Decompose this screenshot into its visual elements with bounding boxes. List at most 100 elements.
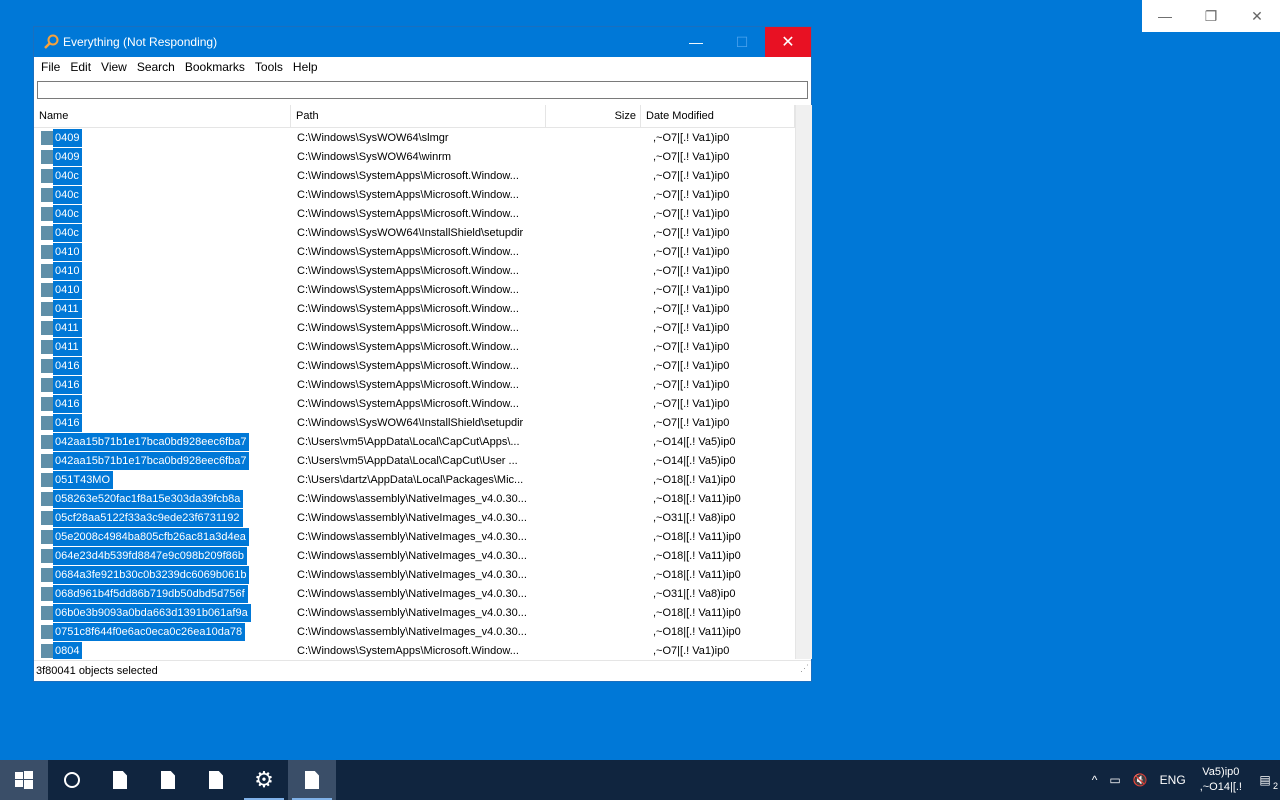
folder-icon (41, 510, 53, 525)
title-bar[interactable]: Everything (Not Responding) — ☐ ✕ (34, 27, 811, 57)
table-row[interactable]: 0416 C:\Windows\SystemApps\Microsoft.Wind… (34, 375, 795, 394)
menu-tools[interactable]: Tools (250, 60, 288, 74)
row-name-cell: 0751c8f644f0e6ac0eca0c26ea10da78 (34, 622, 291, 641)
row-name: 040c (53, 166, 82, 185)
row-name-cell: 040c (34, 166, 291, 185)
taskbar-file-3[interactable] (192, 760, 240, 800)
minimize-button[interactable]: — (673, 27, 719, 57)
folder-icon (41, 244, 53, 259)
table-row[interactable]: 058263e520fac1f8a15e303da39fcb8a C:\Windo… (34, 489, 795, 508)
row-date: ,~O18|[.! Va11)ip0 (653, 492, 741, 505)
folder-icon (41, 491, 53, 506)
table-row[interactable]: 0410 C:\Windows\SystemApps\Microsoft.Wind… (34, 261, 795, 280)
row-date: ,~O18|[.! Va11)ip0 (653, 568, 741, 581)
row-name-cell: 0684a3fe921b30c0b3239dc6069b061b (34, 565, 291, 584)
row-date: ,~O18|[.! Va11)ip0 (653, 530, 741, 543)
column-date-modified[interactable]: Date Modified (641, 105, 795, 127)
folder-icon (41, 453, 53, 468)
row-date: ,~O7|[.! Va1)ip0 (653, 226, 730, 239)
resize-grip-icon[interactable]: ⋰ (800, 658, 809, 679)
clock-line-1: Va5)ip0 (1202, 766, 1240, 778)
row-date: ,~O7|[.! Va1)ip0 (653, 283, 730, 296)
table-row[interactable]: 0684a3fe921b30c0b3239dc6069b061b C:\Windo… (34, 565, 795, 584)
cortana-button[interactable] (48, 760, 96, 800)
gear-icon: ⚙ (254, 767, 274, 792)
table-row[interactable]: 0411 C:\Windows\SystemApps\Microsoft.Wind… (34, 299, 795, 318)
row-path: C:\Windows\SystemApps\Microsoft.Window..… (297, 207, 519, 220)
taskbar-file-1[interactable] (96, 760, 144, 800)
column-size[interactable]: Size (546, 105, 641, 127)
chevron-up-icon[interactable]: ^ (1092, 773, 1098, 787)
table-row[interactable]: 0416 C:\Windows\SysWOW64\InstallShield\se… (34, 413, 795, 432)
table-row[interactable]: 051T43MO C:\Users\dartz\AppData\Local\Pac… (34, 470, 795, 489)
table-row[interactable]: 042aa15b71b1e17bca0bd928eec6fba7 C:\Users… (34, 451, 795, 470)
language-indicator[interactable]: ENG (1160, 773, 1186, 787)
volume-muted-icon[interactable]: 🔇 (1133, 773, 1148, 787)
table-row[interactable]: 040c C:\Windows\SysWOW64\InstallShield\se… (34, 223, 795, 242)
menu-search[interactable]: Search (132, 60, 180, 74)
table-row[interactable]: 05cf28aa5122f33a3c9ede23f6731192 C:\Windo… (34, 508, 795, 527)
maximize-button[interactable]: ☐ (719, 27, 765, 57)
row-path: C:\Windows\SystemApps\Microsoft.Window..… (297, 245, 519, 258)
table-row[interactable]: 040c C:\Windows\SystemApps\Microsoft.Wind… (34, 204, 795, 223)
table-row[interactable]: 0411 C:\Windows\SystemApps\Microsoft.Wind… (34, 318, 795, 337)
table-row[interactable]: 06b0e3b9093a0bda663d1391b061af9a C:\Windo… (34, 603, 795, 622)
menu-file[interactable]: File (36, 60, 65, 74)
table-row[interactable]: 0416 C:\Windows\SystemApps\Microsoft.Wind… (34, 394, 795, 413)
menu-view[interactable]: View (96, 60, 132, 74)
row-path: C:\Windows\assembly\NativeImages_v4.0.30… (297, 511, 527, 524)
row-path: C:\Windows\assembly\NativeImages_v4.0.30… (297, 492, 527, 505)
folder-icon (41, 377, 53, 392)
folder-icon (41, 567, 53, 582)
table-row[interactable]: 0409 C:\Windows\SysWOW64\slmgr ,~O7|[.! Va… (34, 128, 795, 147)
row-name-cell: 0411 (34, 337, 291, 356)
background-close-button[interactable]: ✕ (1234, 0, 1280, 32)
folder-icon (41, 206, 53, 221)
taskbar-file-2[interactable] (144, 760, 192, 800)
taskbar-file-active[interactable] (288, 760, 336, 800)
table-row[interactable]: 0410 C:\Windows\SystemApps\Microsoft.Wind… (34, 242, 795, 261)
table-row[interactable]: 0411 C:\Windows\SystemApps\Microsoft.Wind… (34, 337, 795, 356)
system-tray: ^ ▭ 🔇 ENG Va5)ip0 ,~O14|[.! ▤ 2 (1086, 760, 1280, 800)
menu-bookmarks[interactable]: Bookmarks (180, 60, 250, 74)
background-minimize-button[interactable]: — (1142, 0, 1188, 32)
row-date: ,~O7|[.! Va1)ip0 (653, 131, 730, 144)
row-name: 05e2008c4984ba805cfb26ac81a3d4ea (53, 527, 249, 546)
column-name[interactable]: Name (34, 105, 291, 127)
table-row[interactable]: 05e2008c4984ba805cfb26ac81a3d4ea C:\Windo… (34, 527, 795, 546)
search-input[interactable] (37, 81, 808, 99)
results-list: 0409 C:\Windows\SysWOW64\slmgr ,~O7|[.! Va… (34, 128, 795, 659)
table-row[interactable]: 0804 C:\Windows\SystemApps\Microsoft.Wind… (34, 641, 795, 659)
close-button[interactable]: ✕ (765, 27, 811, 57)
table-row[interactable]: 0410 C:\Windows\SystemApps\Microsoft.Wind… (34, 280, 795, 299)
start-button[interactable] (0, 760, 48, 800)
menu-edit[interactable]: Edit (65, 60, 96, 74)
row-path: C:\Windows\SysWOW64\winrm (297, 150, 452, 163)
network-icon[interactable]: ▭ (1109, 773, 1120, 787)
row-date: ,~O7|[.! Va1)ip0 (653, 416, 730, 429)
column-path[interactable]: Path (291, 105, 546, 127)
table-row[interactable]: 0409 C:\Windows\SysWOW64\winrm ,~O7|[.! Va… (34, 147, 795, 166)
table-row[interactable]: 042aa15b71b1e17bca0bd928eec6fba7 C:\Users… (34, 432, 795, 451)
row-path: C:\Windows\SystemApps\Microsoft.Window..… (297, 378, 519, 391)
folder-icon (41, 605, 53, 620)
row-date: ,~O7|[.! Va1)ip0 (653, 302, 730, 315)
row-path: C:\Windows\assembly\NativeImages_v4.0.30… (297, 587, 527, 600)
table-row[interactable]: 068d961b4f5dd86b719db50dbd5d756f C:\Windo… (34, 584, 795, 603)
row-date: ,~O7|[.! Va1)ip0 (653, 188, 730, 201)
table-row[interactable]: 0751c8f644f0e6ac0eca0c26ea10da78 C:\Windo… (34, 622, 795, 641)
row-date: ,~O18|[.! Va11)ip0 (653, 625, 741, 638)
clock[interactable]: Va5)ip0 ,~O14|[.! (1200, 765, 1242, 795)
notification-count: 2 (1272, 781, 1278, 791)
row-path: C:\Windows\assembly\NativeImages_v4.0.30… (297, 530, 527, 543)
table-row[interactable]: 040c C:\Windows\SystemApps\Microsoft.Wind… (34, 166, 795, 185)
taskbar-settings[interactable]: ⚙ (240, 760, 288, 800)
vertical-scrollbar[interactable] (795, 105, 812, 659)
table-row[interactable]: 0416 C:\Windows\SystemApps\Microsoft.Wind… (34, 356, 795, 375)
notification-button[interactable]: ▤ 2 (1250, 773, 1280, 791)
background-restore-button[interactable]: ❐ (1188, 0, 1234, 32)
table-row[interactable]: 040c C:\Windows\SystemApps\Microsoft.Wind… (34, 185, 795, 204)
menu-help[interactable]: Help (288, 60, 323, 74)
table-row[interactable]: 064e23d4b539fd8847e9c098b209f86b C:\Windo… (34, 546, 795, 565)
row-date: ,~O7|[.! Va1)ip0 (653, 359, 730, 372)
